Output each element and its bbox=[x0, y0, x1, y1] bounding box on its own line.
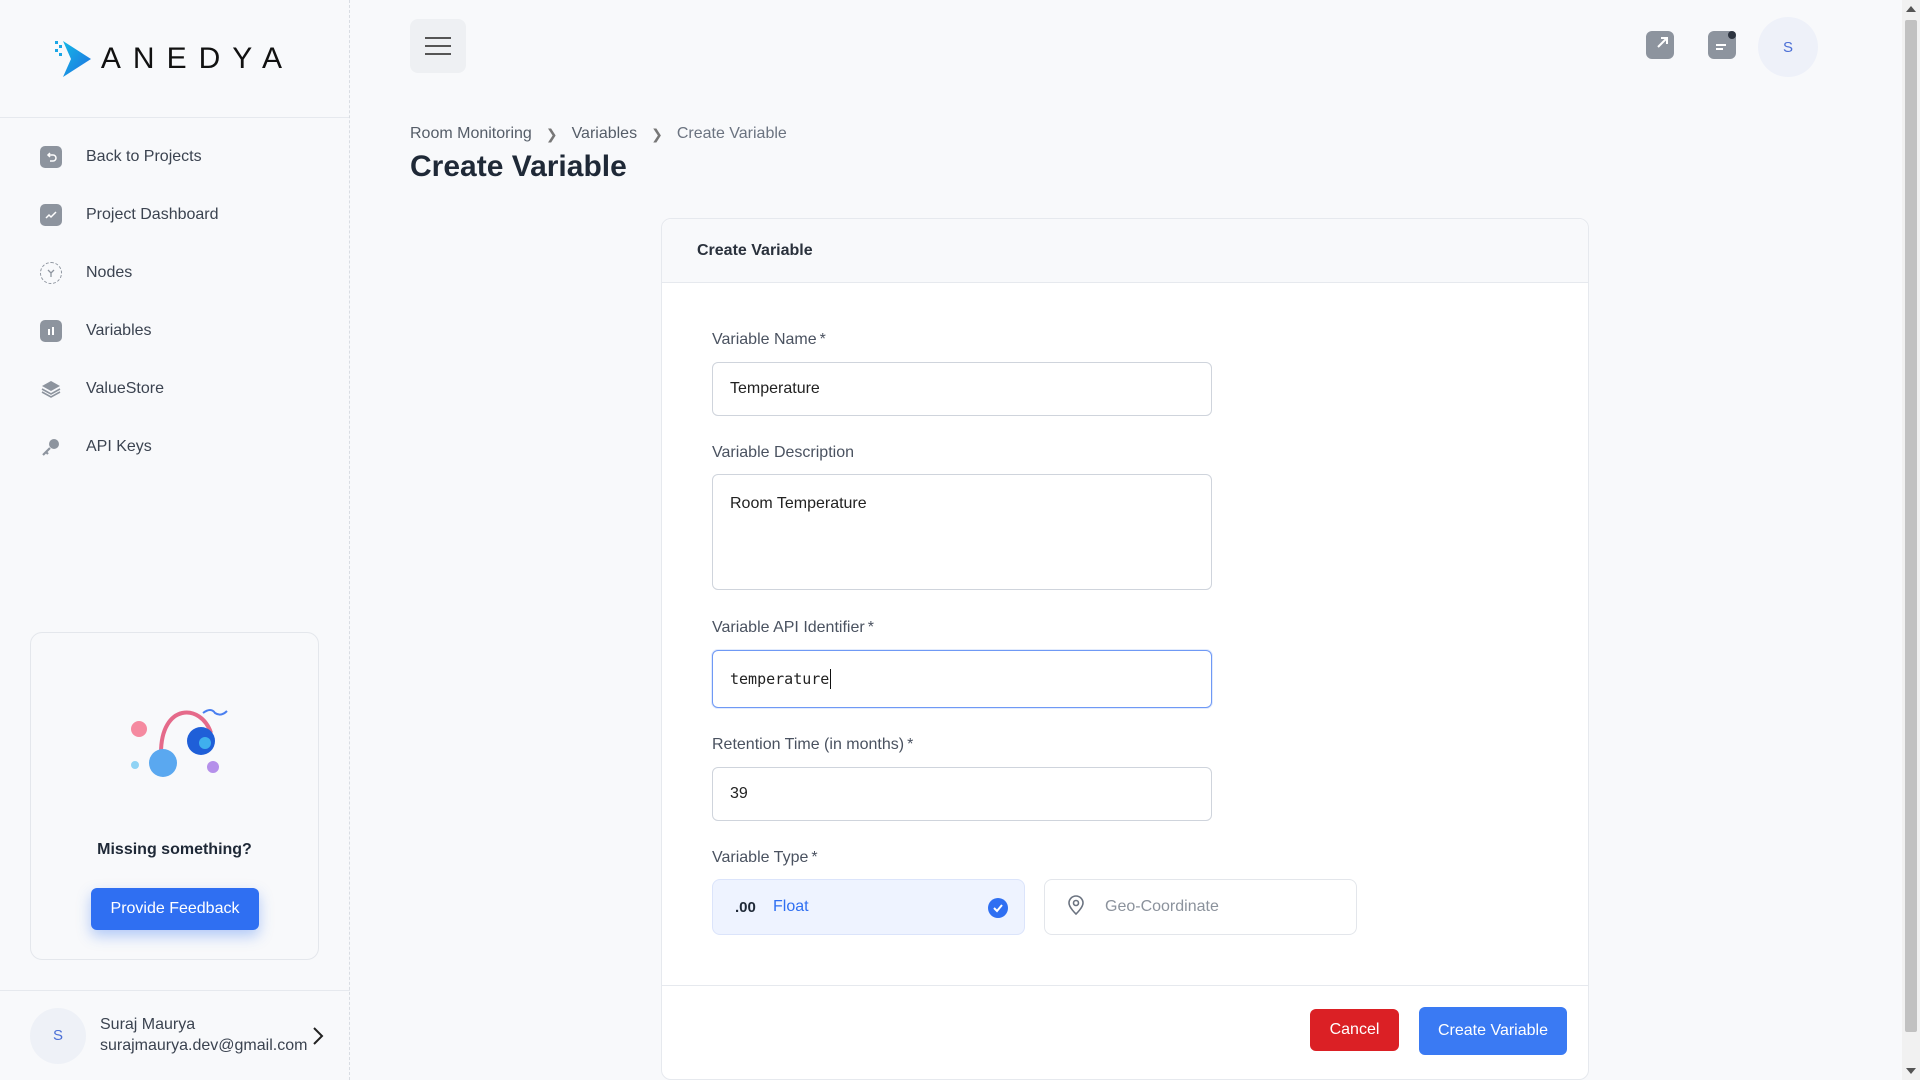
chevron-right-icon: ❯ bbox=[545, 125, 558, 142]
breadcrumb-current: Create Variable bbox=[676, 125, 787, 142]
variable-type-float-option[interactable]: .00 Float bbox=[712, 879, 1025, 935]
layers-icon bbox=[40, 378, 62, 400]
chevron-right-icon[interactable] bbox=[312, 1025, 324, 1053]
variable-api-identifier-label: Variable API Identifier * bbox=[712, 619, 874, 637]
card-footer-divider bbox=[662, 985, 1588, 986]
input-value: 39 bbox=[730, 785, 748, 802]
scroll-down-icon[interactable] bbox=[1906, 1068, 1916, 1074]
sidebar-item-label: Project Dashboard bbox=[86, 206, 219, 223]
bar-chart-icon bbox=[40, 320, 62, 342]
option-label: Float bbox=[773, 898, 809, 915]
input-value: Room Temperature bbox=[730, 495, 867, 512]
required-marker: * bbox=[867, 619, 874, 636]
retention-time-label: Retention Time (in months) * bbox=[712, 736, 913, 754]
scrollbar-thumb[interactable] bbox=[1905, 20, 1917, 1032]
breadcrumb-variables[interactable]: Variables bbox=[572, 125, 638, 143]
sidebar-item-label: Nodes bbox=[86, 264, 133, 281]
page-scrollbar[interactable] bbox=[1902, 0, 1920, 1080]
key-icon bbox=[40, 436, 62, 458]
variable-api-identifier-input[interactable]: temperature bbox=[712, 650, 1212, 708]
location-pin-icon bbox=[1067, 894, 1097, 920]
feedback-illustration bbox=[121, 693, 241, 793]
variable-name-label: Variable Name * bbox=[712, 331, 826, 349]
sidebar-item-variables[interactable]: Variables bbox=[0, 302, 349, 360]
decimal-icon: .00 bbox=[735, 898, 756, 916]
sidebar-item-nodes[interactable]: Nodes bbox=[0, 244, 349, 302]
chevron-right-icon: ❯ bbox=[651, 125, 663, 142]
menu-toggle-button[interactable] bbox=[410, 19, 466, 73]
input-value: Temperature bbox=[730, 380, 820, 397]
user-info: Suraj Maurya surajmaurya.dev@gmail.com bbox=[100, 1016, 307, 1055]
avatar: S bbox=[30, 1007, 86, 1064]
provide-feedback-button[interactable]: Provide Feedback bbox=[91, 888, 259, 930]
text-caret bbox=[830, 669, 832, 689]
external-link-icon[interactable] bbox=[1646, 31, 1674, 59]
variable-type-label: Variable Type * bbox=[712, 849, 818, 867]
required-marker: * bbox=[819, 331, 826, 348]
sidebar-item-api-keys[interactable]: API Keys bbox=[0, 418, 349, 476]
breadcrumb-room-monitoring[interactable]: Room Monitoring bbox=[410, 125, 532, 143]
label-text: Variable Type bbox=[712, 849, 809, 866]
check-circle-icon bbox=[988, 898, 1008, 918]
sidebar-nav: Back to Projects Project Dashboard Nodes… bbox=[0, 118, 349, 476]
brand-logo[interactable]: ANEDYA bbox=[0, 0, 349, 118]
variable-type-geo-coordinate-option[interactable]: Geo-Coordinate bbox=[1044, 879, 1357, 935]
variable-description-label: Variable Description bbox=[712, 444, 854, 461]
create-variable-button[interactable]: Create Variable bbox=[1419, 1007, 1567, 1055]
notification-icon[interactable] bbox=[1708, 31, 1736, 59]
sidebar: ANEDYA Back to Projects Project Dashboar… bbox=[0, 0, 350, 1080]
required-marker: * bbox=[907, 736, 914, 753]
sidebar-item-valuestore[interactable]: ValueStore bbox=[0, 360, 349, 418]
retention-time-input[interactable]: 39 bbox=[712, 767, 1212, 821]
nodes-icon bbox=[40, 262, 62, 284]
required-marker: * bbox=[811, 849, 818, 866]
card-title: Create Variable bbox=[662, 219, 1588, 283]
back-arrow-icon bbox=[40, 146, 62, 168]
user-profile[interactable]: S Suraj Maurya surajmaurya.dev@gmail.com bbox=[0, 990, 350, 1080]
user-name: Suraj Maurya bbox=[100, 1016, 196, 1033]
avatar[interactable]: S bbox=[1758, 17, 1818, 77]
sidebar-item-label: Back to Projects bbox=[86, 148, 202, 165]
input-value: temperature bbox=[730, 670, 830, 688]
sidebar-item-label: ValueStore bbox=[86, 380, 164, 397]
label-text: Variable Name bbox=[712, 331, 817, 348]
variable-description-textarea[interactable]: Room Temperature bbox=[712, 474, 1212, 590]
sidebar-item-label: Variables bbox=[86, 322, 152, 339]
scroll-up-icon[interactable] bbox=[1906, 6, 1916, 12]
breadcrumb: Room Monitoring ❯ Variables ❯ Create Var… bbox=[410, 125, 787, 143]
page-title: Create Variable bbox=[410, 150, 627, 183]
option-label: Geo-Coordinate bbox=[1105, 898, 1219, 915]
hamburger-icon bbox=[425, 37, 451, 55]
chart-icon bbox=[40, 204, 62, 226]
label-text: Variable API Identifier bbox=[712, 619, 865, 636]
variable-name-input[interactable]: Temperature bbox=[712, 362, 1212, 416]
sidebar-item-project-dashboard[interactable]: Project Dashboard bbox=[0, 186, 349, 244]
cancel-button[interactable]: Cancel bbox=[1310, 1009, 1399, 1051]
feedback-card: Missing something? Provide Feedback bbox=[30, 632, 319, 960]
create-variable-card: Create Variable Variable Name * Temperatu… bbox=[661, 218, 1589, 1080]
brand-name: ANEDYA bbox=[100, 41, 295, 75]
user-email: surajmaurya.dev@gmail.com bbox=[100, 1037, 308, 1054]
sidebar-item-back-to-projects[interactable]: Back to Projects bbox=[0, 128, 349, 186]
label-text: Retention Time (in months) bbox=[712, 736, 905, 753]
logo-mark-icon bbox=[54, 37, 93, 81]
feedback-title: Missing something? bbox=[97, 841, 252, 858]
sidebar-item-label: API Keys bbox=[86, 438, 152, 455]
